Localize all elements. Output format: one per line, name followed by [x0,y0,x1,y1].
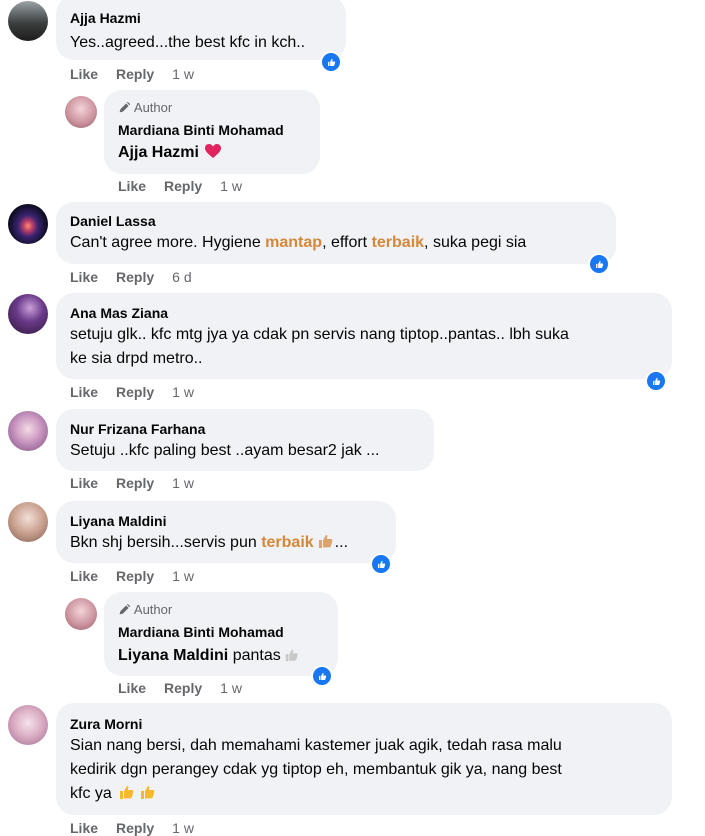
mention-link[interactable]: Ajja Hazmi [118,144,199,161]
comment-author[interactable]: Ana Mas Ziana [70,305,168,321]
reply-button[interactable]: Reply [164,680,202,696]
timestamp[interactable]: 1 w [172,66,194,82]
comment-text: Setuju ..kfc paling best ..ayam besar2 j… [70,442,380,459]
like-button[interactable]: Like [70,568,98,584]
comment-text: Sian nang bersi, dah memahami kastemer j… [70,737,562,802]
reply-mardiana-1: Author Mardiana Binti Mohamad Ajja Hazmi… [0,90,705,200]
thumbs-up-emoji-icon [318,535,333,548]
comment-actions: Like Reply 1 w [70,475,194,491]
avatar[interactable] [8,705,48,745]
comment-text: Liyana Maldini pantas [118,644,300,668]
comment-zura-morni: Zura Morni Sian nang bersi, dah memahami… [0,702,705,836]
like-reaction-icon[interactable] [645,370,667,392]
timestamp[interactable]: 1 w [172,820,194,836]
comment-ana-mas-ziana: Ana Mas Ziana setuju glk.. kfc mtg jya y… [0,292,705,408]
comment-author[interactable]: Ajja Hazmi [70,10,141,26]
thumbs-up-emoji-icon [285,649,298,662]
comment-author[interactable]: Daniel Lassa [70,213,156,229]
comment-actions: Like Reply 1 w [70,568,194,584]
mention-link[interactable]: Liyana Maldini [118,647,228,664]
comment-liyana-maldini: Liyana Maldini Bkn shj bersih...servis p… [0,500,705,592]
avatar[interactable] [65,96,97,128]
reply-button[interactable]: Reply [116,384,154,400]
like-button[interactable]: Like [118,680,146,696]
timestamp[interactable]: 1 w [220,178,242,194]
comment-text: Bkn shj bersih...servis pun terbaik... [70,534,349,551]
comment-nur-frizana-farhana: Nur Frizana Farhana Setuju ..kfc paling … [0,408,705,500]
like-reaction-icon[interactable] [320,51,342,73]
comment-ajja-hazmi: Ajja Hazmi Yes..agreed...the best kfc in… [0,0,705,90]
timestamp[interactable]: 1 w [172,384,194,400]
comment-actions: Like Reply 1 w [70,384,194,400]
comment-actions: Like Reply 6 d [70,269,192,285]
avatar[interactable] [8,1,48,41]
pencil-icon [118,101,131,114]
comment-actions: Like Reply 1 w [118,178,242,194]
avatar[interactable] [8,411,48,451]
comment-author[interactable]: Nur Frizana Farhana [70,421,205,437]
timestamp[interactable]: 6 d [172,269,191,285]
like-button[interactable]: Like [118,178,146,194]
avatar[interactable] [8,502,48,542]
like-button[interactable]: Like [70,269,98,285]
like-reaction-icon[interactable] [588,253,610,275]
avatar[interactable] [8,294,48,334]
pencil-icon [118,603,131,616]
thumbs-up-emoji-icon [140,786,155,799]
avatar[interactable] [65,598,97,630]
author-badge: Author [118,100,172,115]
heart-emoji-icon [204,144,221,158]
timestamp[interactable]: 1 w [220,680,242,696]
comment-author[interactable]: Mardiana Binti Mohamad [118,624,284,640]
timestamp[interactable]: 1 w [172,475,194,491]
author-badge: Author [118,602,172,617]
reply-button[interactable]: Reply [164,178,202,194]
reply-button[interactable]: Reply [116,568,154,584]
like-reaction-icon[interactable] [311,665,333,687]
comment-text: Yes..agreed...the best kfc in kch.. [70,34,306,51]
reply-button[interactable]: Reply [116,269,154,285]
comment-text: setuju glk.. kfc mtg jya ya cdak pn serv… [70,326,569,367]
reply-button[interactable]: Reply [116,820,154,836]
comment-text: Can't agree more. Hygiene mantap, effort… [70,234,527,251]
comment-author[interactable]: Zura Morni [70,716,142,732]
timestamp[interactable]: 1 w [172,568,194,584]
reply-button[interactable]: Reply [116,66,154,82]
comment-text: Ajja Hazmi [118,141,223,165]
like-button[interactable]: Like [70,475,98,491]
comment-author[interactable]: Liyana Maldini [70,513,166,529]
comment-author[interactable]: Mardiana Binti Mohamad [118,122,284,138]
reply-mardiana-2: Author Mardiana Binti Mohamad Liyana Mal… [0,592,705,702]
comment-daniel-lassa: Daniel Lassa Can't agree more. Hygiene m… [0,200,705,292]
like-button[interactable]: Like [70,820,98,836]
comment-actions: Like Reply 1 w [118,680,242,696]
like-button[interactable]: Like [70,66,98,82]
comment-actions: Like Reply 1 w [70,820,194,836]
thumbs-up-emoji-icon [119,786,134,799]
like-button[interactable]: Like [70,384,98,400]
reply-button[interactable]: Reply [116,475,154,491]
avatar[interactable] [8,204,48,244]
like-reaction-icon[interactable] [370,553,392,575]
comment-actions: Like Reply 1 w [70,66,194,82]
